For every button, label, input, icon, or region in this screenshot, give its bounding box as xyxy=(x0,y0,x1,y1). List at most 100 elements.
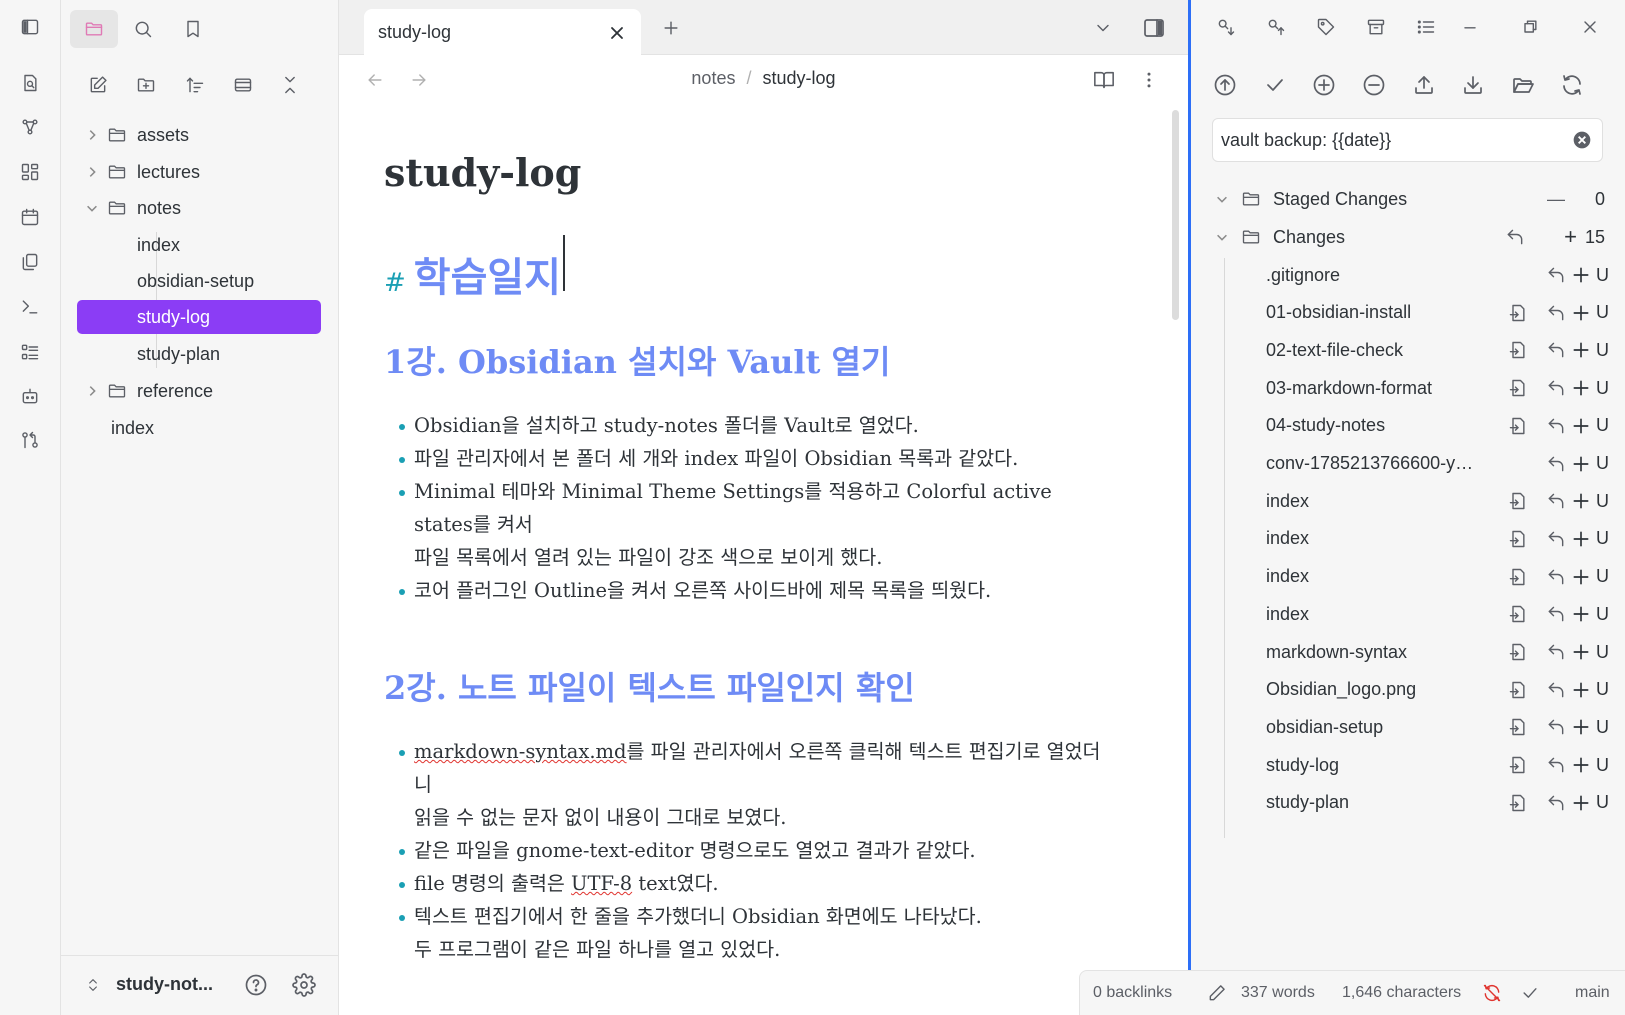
templates-icon[interactable] xyxy=(18,250,42,274)
stage-plus-icon[interactable] xyxy=(1569,791,1593,815)
list-item[interactable]: 코어 플러그인 Outline을 켜서 오른쪽 사이드바에 제목 목록을 띄웠다… xyxy=(384,574,1114,607)
window-minimize-icon[interactable] xyxy=(1457,14,1483,40)
discard-undo-icon[interactable] xyxy=(1544,338,1568,362)
graph-view-icon[interactable] xyxy=(18,115,42,139)
file-index[interactable]: index xyxy=(135,228,311,262)
open-file-icon[interactable] xyxy=(1506,602,1530,626)
list-item[interactable]: Minimal 테마와 Minimal Theme Settings를 적용하고… xyxy=(384,475,1114,574)
stage-plus-icon[interactable] xyxy=(1569,753,1593,777)
section-2-heading[interactable]: 2강. 노트 파일이 텍스트 파일인지 확인 xyxy=(384,663,1114,709)
discard-undo-icon[interactable] xyxy=(1544,301,1568,325)
commit-check-icon[interactable] xyxy=(1262,72,1288,98)
help-icon[interactable] xyxy=(244,973,268,997)
changes-section[interactable]: Changes + 15 xyxy=(1215,220,1605,254)
changed-file-row[interactable]: study-log U xyxy=(1266,748,1609,782)
stage-plus-icon[interactable] xyxy=(1569,678,1593,702)
git-compare-icon[interactable] xyxy=(18,428,42,452)
vault-name[interactable]: study-not... xyxy=(116,974,213,995)
list-item[interactable]: 같은 파일을 gnome-text-editor 명령으로도 열었고 결과가 같… xyxy=(384,834,1114,867)
list-item[interactable]: file 명령의 출력은 UTF-8 text였다. xyxy=(384,867,1114,900)
commit-and-sync-icon[interactable] xyxy=(1212,72,1238,98)
staged-changes-section[interactable]: Staged Changes — 0 xyxy=(1215,182,1605,216)
discard-undo-icon[interactable] xyxy=(1544,565,1568,589)
stage-plus-icon[interactable] xyxy=(1569,527,1593,551)
unstage-all-minus-icon[interactable] xyxy=(1361,72,1387,98)
stage-all-plus[interactable]: + xyxy=(1564,224,1577,250)
new-tab-plus-icon[interactable] xyxy=(661,18,681,38)
file-study-log-active[interactable]: study-log xyxy=(77,300,321,334)
folder-reference[interactable]: reference xyxy=(85,374,315,408)
open-file-icon[interactable] xyxy=(1506,527,1530,551)
changed-file-row[interactable]: 03-markdown-format U xyxy=(1266,371,1609,405)
file-obsidian-setup[interactable]: obsidian-setup xyxy=(135,264,311,298)
tab-study-log[interactable]: study-log xyxy=(364,9,641,56)
document-body[interactable]: study-log # 학습일지 1강. Obsidian 설치와 Vault … xyxy=(384,150,1114,966)
changed-file-row[interactable]: Obsidian_logo.png U xyxy=(1266,673,1609,707)
stage-plus-icon[interactable] xyxy=(1569,715,1593,739)
changed-file-row[interactable]: 04-study-notes U xyxy=(1266,409,1609,443)
stage-all-plus-icon[interactable] xyxy=(1311,72,1337,98)
stage-plus-icon[interactable] xyxy=(1569,338,1593,362)
open-file-icon[interactable] xyxy=(1506,791,1530,815)
folder-notes[interactable]: notes xyxy=(85,191,315,225)
changed-file-row[interactable]: .gitignore U xyxy=(1266,258,1609,292)
vault-switcher-chevron-icon[interactable] xyxy=(85,974,101,996)
open-folder-icon[interactable] xyxy=(1510,72,1536,98)
git-pull-icon[interactable] xyxy=(1213,14,1239,40)
breadcrumb-folder[interactable]: notes xyxy=(691,68,735,88)
discard-undo-icon[interactable] xyxy=(1544,678,1568,702)
editor-scrollbar[interactable] xyxy=(1172,110,1179,320)
changed-file-row[interactable]: markdown-syntax U xyxy=(1266,635,1609,669)
discard-all-undo-icon[interactable] xyxy=(1503,225,1527,249)
discard-undo-icon[interactable] xyxy=(1544,489,1568,513)
commit-message-input[interactable]: vault backup: {{date}} xyxy=(1212,118,1603,162)
close-tab-icon[interactable] xyxy=(607,23,627,43)
stage-plus-icon[interactable] xyxy=(1569,640,1593,664)
edit-mode-pencil-icon[interactable] xyxy=(1207,983,1227,1003)
auto-reveal-button[interactable] xyxy=(230,72,256,98)
file-explorer-tab[interactable] xyxy=(70,10,118,48)
discard-undo-icon[interactable] xyxy=(1544,263,1568,287)
search-file-icon[interactable] xyxy=(18,71,42,95)
open-file-icon[interactable] xyxy=(1506,338,1530,362)
open-file-icon[interactable] xyxy=(1506,715,1530,739)
file-index-root[interactable]: index xyxy=(111,411,311,445)
changed-file-row[interactable]: study-plan U xyxy=(1266,786,1609,820)
stage-plus-icon[interactable] xyxy=(1569,376,1593,400)
changed-file-row[interactable]: 01-obsidian-install U xyxy=(1266,296,1609,330)
settings-gear-icon[interactable] xyxy=(292,973,316,997)
stage-plus-icon[interactable] xyxy=(1569,452,1593,476)
heading-1[interactable]: # 학습일지 xyxy=(384,235,1114,303)
list-item[interactable]: 파일 관리자에서 본 폴더 세 개와 index 파일이 Obsidian 목록… xyxy=(384,442,1114,475)
open-file-icon[interactable] xyxy=(1506,376,1530,400)
window-close-icon[interactable] xyxy=(1577,14,1603,40)
discard-undo-icon[interactable] xyxy=(1544,715,1568,739)
unstage-all-dash[interactable]: — xyxy=(1547,189,1565,210)
new-folder-button[interactable] xyxy=(133,72,159,98)
changed-file-row[interactable]: index U xyxy=(1266,597,1609,631)
more-options-icon[interactable] xyxy=(1139,69,1159,91)
stage-plus-icon[interactable] xyxy=(1569,565,1593,589)
file-study-plan[interactable]: study-plan xyxy=(135,337,311,371)
stage-plus-icon[interactable] xyxy=(1569,301,1593,325)
sort-button[interactable] xyxy=(182,72,208,98)
stage-plus-icon[interactable] xyxy=(1569,414,1593,438)
changed-file-row[interactable]: index U xyxy=(1266,560,1609,594)
outline-list-icon[interactable] xyxy=(18,340,42,364)
note-title[interactable]: study-log xyxy=(384,150,1114,195)
open-file-icon[interactable] xyxy=(1506,489,1530,513)
open-file-icon[interactable] xyxy=(1506,301,1530,325)
tag-icon[interactable] xyxy=(1313,14,1339,40)
list-item[interactable]: 텍스트 편집기에서 한 줄을 추가했더니 Obsidian 화면에도 나타났다.… xyxy=(384,900,1114,966)
canvas-icon[interactable] xyxy=(18,160,42,184)
discard-undo-icon[interactable] xyxy=(1544,640,1568,664)
collapse-all-button[interactable] xyxy=(277,72,303,98)
section-1-heading[interactable]: 1강. Obsidian 설치와 Vault 열기 xyxy=(384,337,1114,383)
toggle-right-sidebar-icon[interactable] xyxy=(1142,16,1166,40)
search-tab[interactable] xyxy=(119,10,167,48)
bot-icon[interactable] xyxy=(18,384,42,408)
discard-undo-icon[interactable] xyxy=(1544,452,1568,476)
backlinks-count[interactable]: 0 backlinks xyxy=(1093,984,1172,1002)
window-restore-icon[interactable] xyxy=(1517,14,1543,40)
open-file-icon[interactable] xyxy=(1506,414,1530,438)
